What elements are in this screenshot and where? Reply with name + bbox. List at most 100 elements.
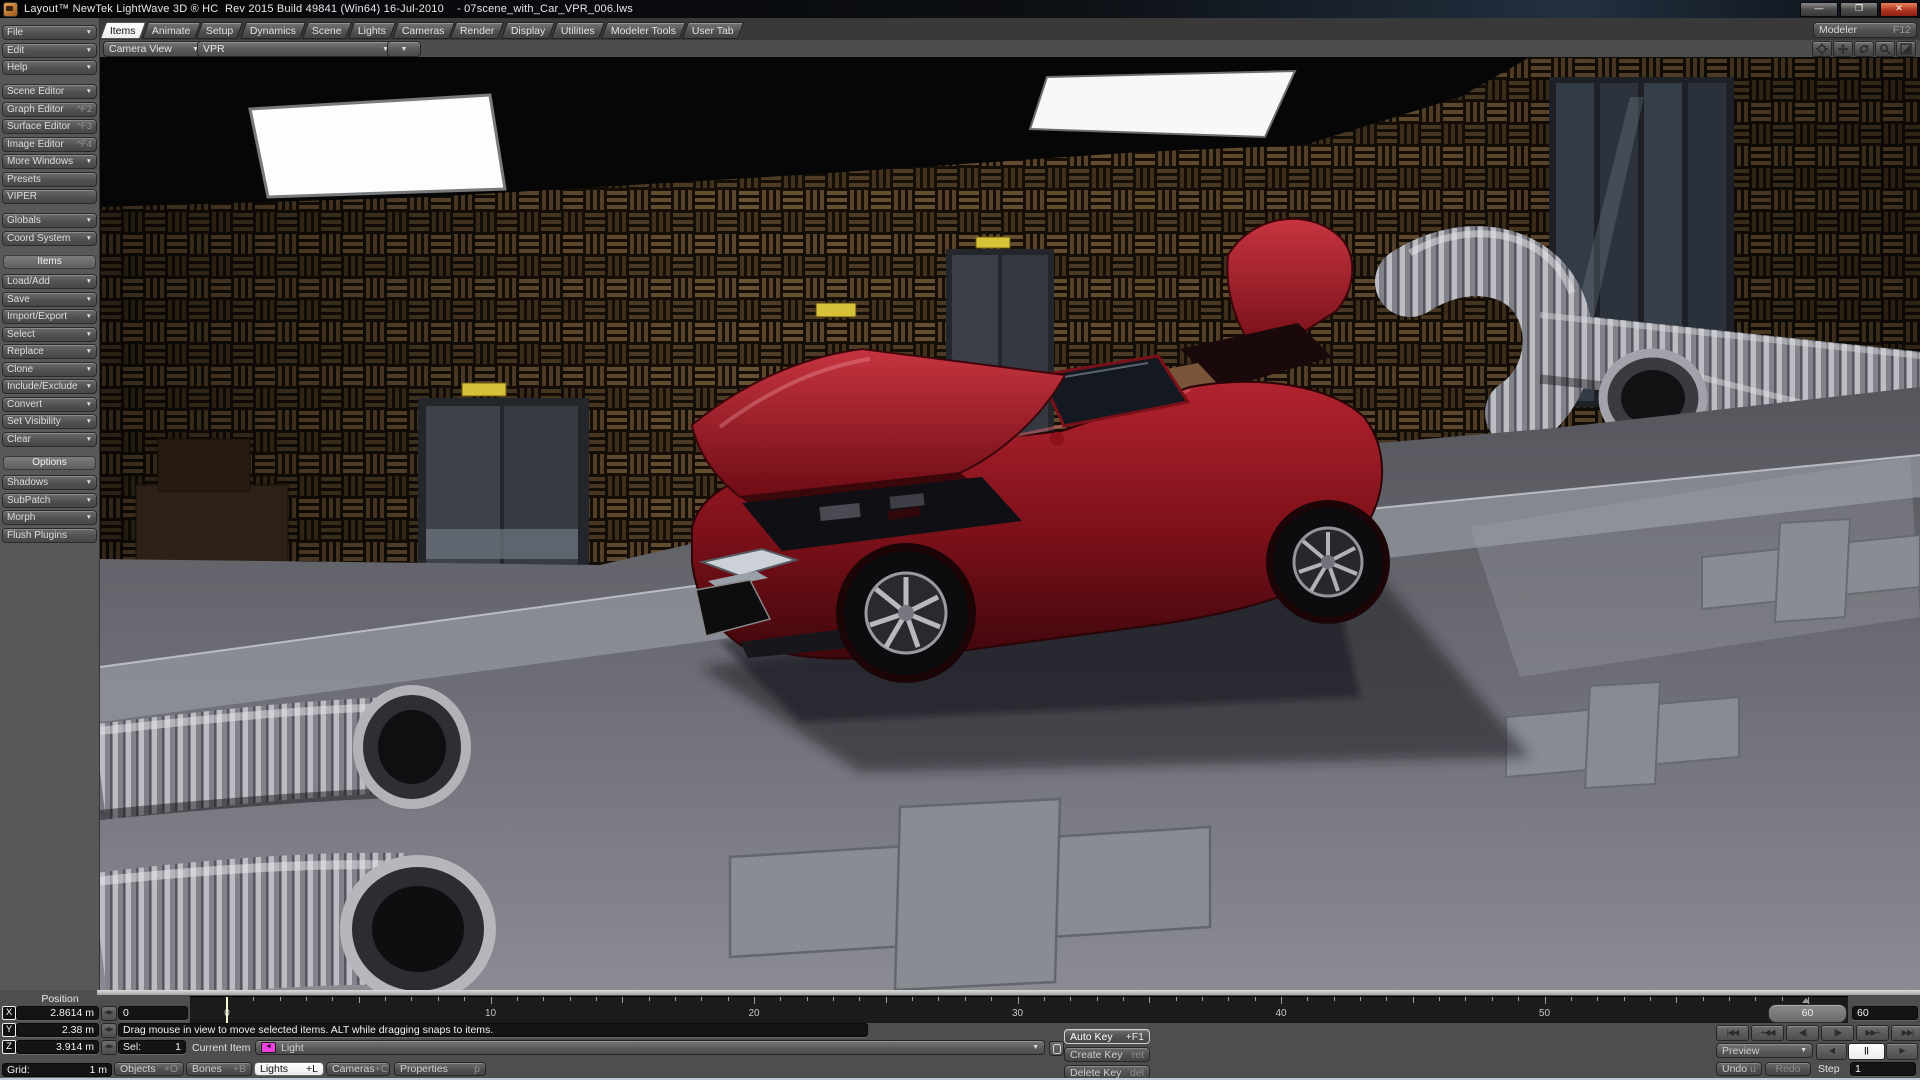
- value-stepper[interactable]: ◀▶: [101, 1006, 117, 1021]
- sidebar-item-presets[interactable]: Presets: [2, 172, 97, 187]
- tab-modeler-tools[interactable]: Modeler Tools: [601, 22, 686, 39]
- axis-row-z: Z3.914 m◀▶: [0, 1040, 120, 1054]
- minimize-button[interactable]: —: [1800, 2, 1838, 17]
- tab-scene[interactable]: Scene: [302, 22, 352, 39]
- render-options-dropdown[interactable]: ▼: [387, 41, 421, 57]
- sidebar-item-more-windows[interactable]: More Windows▼: [2, 154, 97, 169]
- tab-setup[interactable]: Setup: [196, 22, 244, 39]
- sidebar-item-load-add[interactable]: Load/Add▼: [2, 274, 97, 289]
- go-end-button[interactable]: ▶▶|: [1891, 1025, 1920, 1041]
- tab-dynamics[interactable]: Dynamics: [240, 22, 306, 39]
- undo-button[interactable]: Undou: [1716, 1062, 1762, 1076]
- rotate-view-icon[interactable]: [1854, 41, 1874, 57]
- tab-cameras[interactable]: Cameras: [391, 22, 454, 39]
- timeline-playhead[interactable]: [226, 997, 228, 1023]
- frame-range-slider[interactable]: 60: [1768, 1004, 1847, 1023]
- ruler-tick: [517, 997, 518, 1001]
- tab-lights[interactable]: Lights: [347, 22, 395, 39]
- viewport-3d[interactable]: [100, 57, 1920, 990]
- tab-label: Cameras: [402, 25, 445, 37]
- sidebar-item-label: Surface Editor: [7, 121, 70, 132]
- auto-key-button[interactable]: Auto Key+F1: [1064, 1029, 1150, 1044]
- preview-dropdown[interactable]: Preview▼: [1716, 1043, 1813, 1058]
- start-frame-field[interactable]: 0: [118, 1006, 188, 1020]
- sidebar-item-import-export[interactable]: Import/Export▼: [2, 309, 97, 324]
- sidebar-item-set-visibility[interactable]: Set Visibility▼: [2, 414, 97, 429]
- sidebar-item-replace[interactable]: Replace▼: [2, 344, 97, 359]
- value-stepper[interactable]: ◀▶: [101, 1023, 117, 1038]
- ceiling-light-panel: [250, 95, 505, 197]
- sidebar-section-header: Items: [3, 255, 96, 269]
- chevron-down-icon: ▼: [86, 313, 92, 320]
- sidebar-item-edit[interactable]: Edit▼: [2, 43, 97, 58]
- item-type-button-bones[interactable]: Bones+B: [186, 1062, 252, 1076]
- axis-y-value-field[interactable]: 2.38 m: [16, 1023, 99, 1037]
- tab-utilities[interactable]: Utilities: [551, 22, 605, 39]
- tab-items[interactable]: Items: [100, 22, 146, 39]
- item-type-button-cameras[interactable]: Cameras+C: [326, 1062, 390, 1076]
- view-mode-dropdown[interactable]: Camera View▼: [103, 41, 205, 57]
- sidebar-item-help[interactable]: Help▼: [2, 60, 97, 75]
- restore-button[interactable]: ❐: [1840, 2, 1878, 17]
- tab-animate[interactable]: Animate: [142, 22, 201, 39]
- tab-display[interactable]: Display: [501, 22, 556, 39]
- sidebar-item-graph-editor[interactable]: Graph Editor^F2: [2, 102, 97, 117]
- ruler-tick: [464, 997, 465, 1001]
- chevron-down-icon: ▼: [86, 436, 92, 443]
- sidebar-item-clone[interactable]: Clone▼: [2, 362, 97, 377]
- prev-key-button[interactable]: +◀◀: [1751, 1025, 1784, 1041]
- axis-x-value-field[interactable]: 2.8614 m: [16, 1006, 99, 1020]
- tab-label: User Tab: [692, 25, 734, 37]
- fit-view-icon[interactable]: [1896, 41, 1916, 57]
- step-back-button[interactable]: ◀: [1816, 1043, 1847, 1060]
- axis-z-value-field[interactable]: 3.914 m: [16, 1040, 99, 1054]
- item-type-button-properties[interactable]: Propertiesp: [394, 1062, 486, 1076]
- sidebar-item-viper[interactable]: VIPER: [2, 189, 97, 204]
- tab-render[interactable]: Render: [450, 22, 505, 39]
- pan-view-icon[interactable]: [1833, 41, 1853, 57]
- item-type-button-objects[interactable]: Objects+O: [114, 1062, 184, 1076]
- sidebar-item-subpatch[interactable]: SubPatch▼: [2, 493, 97, 508]
- center-item-icon[interactable]: [1812, 41, 1832, 57]
- sidebar-item-scene-editor[interactable]: Scene Editor▼: [2, 84, 97, 99]
- prev-frame-button[interactable]: ◀||: [1786, 1025, 1819, 1041]
- sidebar-item-flush-plugins[interactable]: Flush Plugins: [2, 528, 97, 543]
- sidebar-item-surface-editor[interactable]: Surface Editor^F3: [2, 119, 97, 134]
- sidebar-item-image-editor[interactable]: Image Editor^F4: [2, 137, 97, 152]
- modeler-button[interactable]: Modeler F12: [1813, 22, 1917, 38]
- next-key-button[interactable]: ▶▶+: [1856, 1025, 1889, 1041]
- sidebar-item-shadows[interactable]: Shadows▼: [2, 475, 97, 490]
- sidebar-item-label: More Windows: [7, 156, 73, 167]
- step-field[interactable]: 1: [1850, 1062, 1916, 1076]
- sidebar-item-label: SubPatch: [7, 495, 50, 506]
- shortcut-label: +C: [375, 1063, 389, 1075]
- go-start-button[interactable]: |◀◀: [1716, 1025, 1749, 1041]
- close-button[interactable]: ✕: [1880, 2, 1918, 17]
- next-frame-button[interactable]: ||▶: [1821, 1025, 1854, 1041]
- value-stepper[interactable]: ◀▶: [101, 1040, 117, 1055]
- sidebar-item-label: Shadows: [7, 477, 48, 488]
- sidebar-item-include-exclude[interactable]: Include/Exclude▼: [2, 379, 97, 394]
- ruler-tick: [1729, 997, 1730, 1001]
- tab-user-tab[interactable]: User Tab: [682, 22, 744, 39]
- play-button[interactable]: ▶: [1886, 1043, 1918, 1060]
- pause-button[interactable]: ||: [1848, 1043, 1885, 1060]
- sidebar-item-clear[interactable]: Clear▼: [2, 432, 97, 447]
- sidebar-item-convert[interactable]: Convert▼: [2, 397, 97, 412]
- timeline-ruler[interactable]: 010203040506060: [190, 996, 1848, 1023]
- sidebar-item-save[interactable]: Save▼: [2, 292, 97, 307]
- sidebar-item-morph[interactable]: Morph▼: [2, 510, 97, 525]
- current-item-dropdown[interactable]: ◄ Light ▼: [255, 1040, 1045, 1055]
- create-key-button[interactable]: Create Keyret: [1064, 1047, 1150, 1062]
- item-properties-mini-button[interactable]: [1049, 1041, 1064, 1056]
- item-type-button-lights[interactable]: Lights+L: [254, 1062, 324, 1076]
- sidebar-item-file[interactable]: File▼: [2, 25, 97, 40]
- sidebar-item-coord-system[interactable]: Coord System▼: [2, 231, 97, 246]
- sidebar-item-globals[interactable]: Globals▼: [2, 213, 97, 228]
- render-mode-dropdown[interactable]: VPR▼: [197, 41, 395, 57]
- redo-button[interactable]: Redo: [1765, 1062, 1811, 1076]
- car-wheel-front: [844, 551, 968, 675]
- end-frame-field[interactable]: 60: [1852, 1006, 1918, 1020]
- zoom-view-icon[interactable]: [1875, 41, 1895, 57]
- sidebar-item-select[interactable]: Select▼: [2, 327, 97, 342]
